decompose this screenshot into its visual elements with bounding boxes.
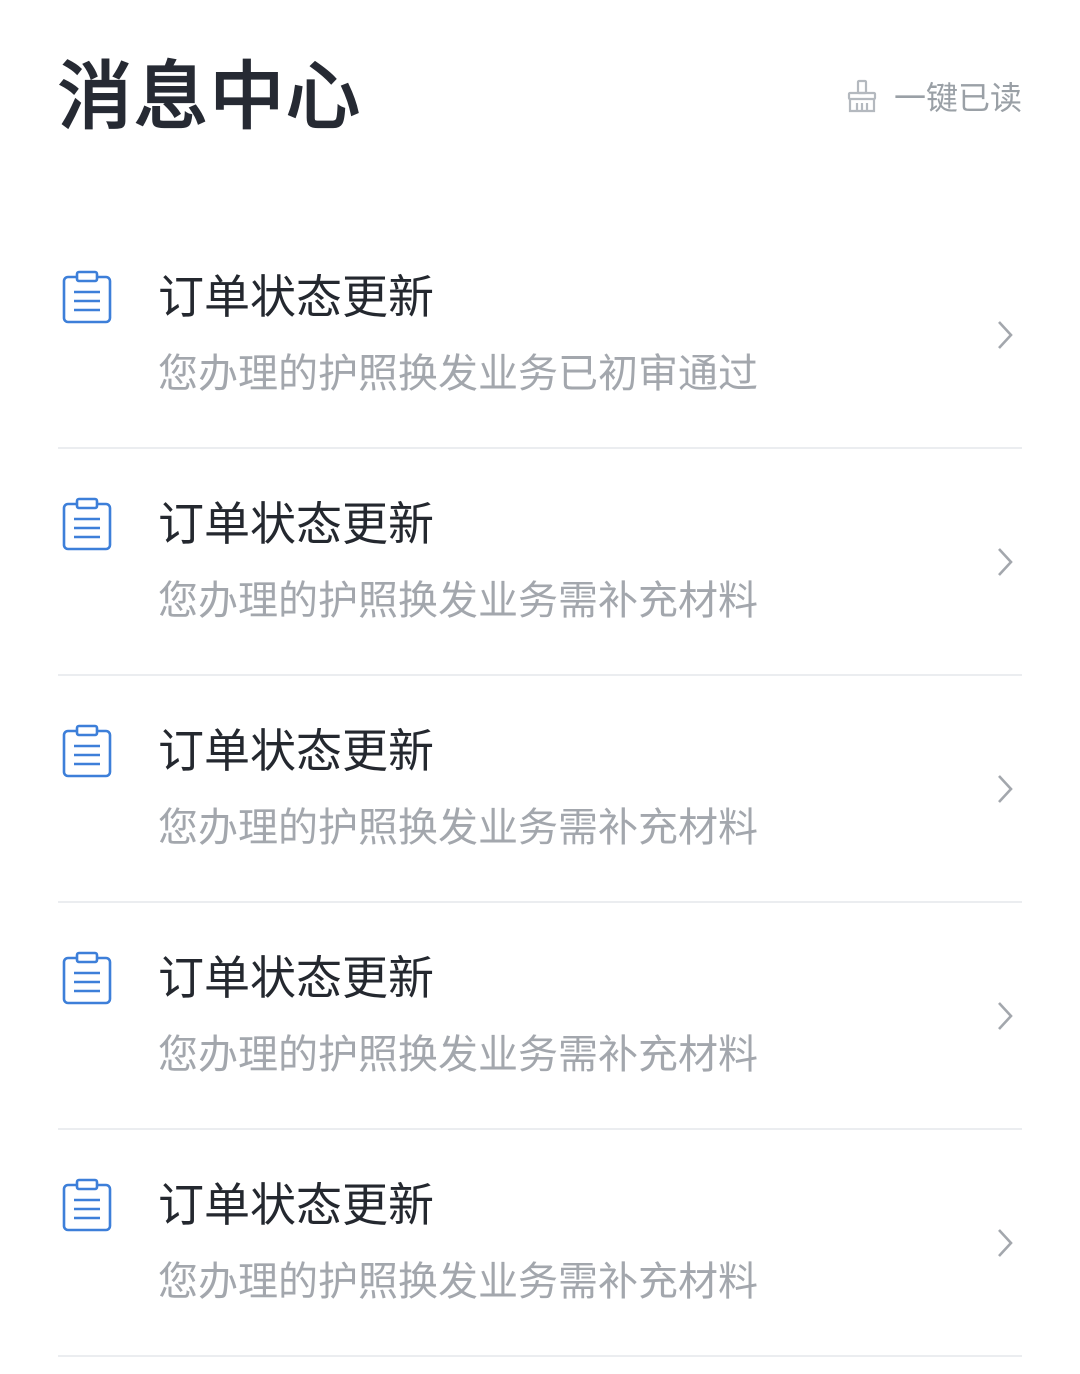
- message-item[interactable]: 订单状态更新 您办理的护照换发业务需补充材料: [58, 903, 1022, 1130]
- message-title: 订单状态更新: [158, 1178, 434, 1232]
- message-description: 您办理的护照换发业务已初审通过: [158, 351, 758, 397]
- message-description: 您办理的护照换发业务需补充材料: [158, 578, 758, 624]
- message-list: 订单状态更新 您办理的护照换发业务已初审通过 订单状态更新 您办理的护照换发业务…: [58, 222, 1022, 1357]
- message-item[interactable]: 订单状态更新 您办理的护照换发业务需补充材料: [58, 676, 1022, 903]
- broom-icon: [847, 79, 877, 113]
- mark-all-read-label: 一键已读: [893, 79, 1022, 117]
- clipboard-icon: [62, 724, 112, 778]
- message-title: 订单状态更新: [158, 724, 434, 778]
- header: 消息中心 一键已读: [0, 0, 1080, 200]
- chevron-right-icon: [998, 1229, 1013, 1257]
- message-title: 订单状态更新: [158, 951, 434, 1005]
- message-title: 订单状态更新: [158, 497, 434, 551]
- chevron-right-icon: [998, 321, 1013, 349]
- chevron-right-icon: [998, 1002, 1013, 1030]
- page-title: 消息中心: [58, 54, 362, 140]
- message-description: 您办理的护照换发业务需补充材料: [158, 805, 758, 851]
- message-item[interactable]: 订单状态更新 您办理的护照换发业务已初审通过: [58, 222, 1022, 449]
- chevron-right-icon: [998, 548, 1013, 576]
- clipboard-icon: [62, 270, 112, 324]
- message-item[interactable]: 订单状态更新 您办理的护照换发业务需补充材料: [58, 1130, 1022, 1357]
- message-item[interactable]: 订单状态更新 您办理的护照换发业务需补充材料: [58, 449, 1022, 676]
- message-description: 您办理的护照换发业务需补充材料: [158, 1259, 758, 1305]
- message-description: 您办理的护照换发业务需补充材料: [158, 1032, 758, 1078]
- clipboard-icon: [62, 951, 112, 1005]
- clipboard-icon: [62, 497, 112, 551]
- clipboard-icon: [62, 1178, 112, 1232]
- mark-all-read-button[interactable]: 一键已读: [846, 74, 1022, 118]
- chevron-right-icon: [998, 775, 1013, 803]
- message-title: 订单状态更新: [158, 270, 434, 324]
